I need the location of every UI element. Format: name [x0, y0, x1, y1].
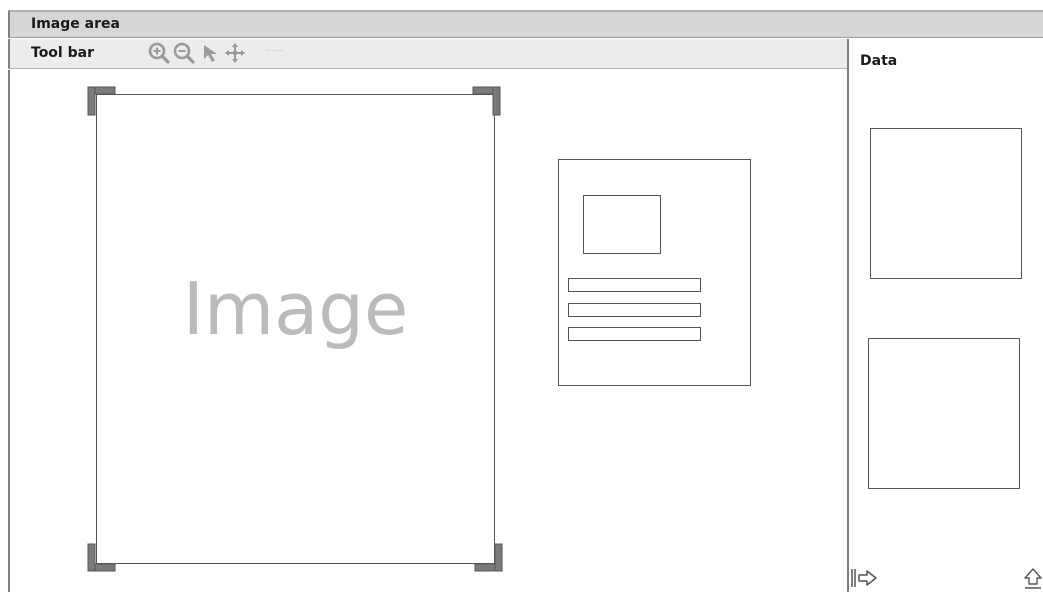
- zoom-in-icon[interactable]: [147, 41, 171, 65]
- zoom-out-icon[interactable]: [172, 41, 196, 65]
- toolbar: Tool bar ......: [8, 39, 847, 69]
- document-thumbnail[interactable]: [558, 159, 751, 386]
- data-panel-title: Data: [860, 53, 898, 69]
- thumbnail-image-placeholder: [583, 195, 661, 254]
- data-box: [870, 128, 1022, 279]
- thumbnail-text-line: [568, 303, 701, 317]
- image-area-title: Image area: [31, 16, 120, 32]
- thumbnail-text-line: [568, 327, 701, 341]
- crop-handle-bottom-left[interactable]: [87, 543, 117, 573]
- image-area-header: Image area: [8, 10, 1043, 38]
- pointer-arrow-icon[interactable]: [199, 41, 223, 65]
- data-panel: Data: [847, 39, 1043, 592]
- crop-handle-top-right[interactable]: [472, 86, 502, 116]
- thumbnail-text-line: [568, 278, 701, 292]
- upload-icon[interactable]: [1023, 567, 1043, 591]
- toolbar-title: Tool bar: [31, 45, 94, 61]
- move-icon[interactable]: [223, 41, 247, 65]
- data-box: [868, 338, 1020, 489]
- crop-handle-bottom-right[interactable]: [474, 543, 504, 573]
- collapse-panel-icon[interactable]: [850, 567, 880, 589]
- image-frame[interactable]: Image: [96, 94, 495, 564]
- image-placeholder-label: Image: [182, 267, 409, 351]
- more-tools-indicator[interactable]: ......: [266, 44, 283, 54]
- crop-handle-top-left[interactable]: [87, 86, 117, 116]
